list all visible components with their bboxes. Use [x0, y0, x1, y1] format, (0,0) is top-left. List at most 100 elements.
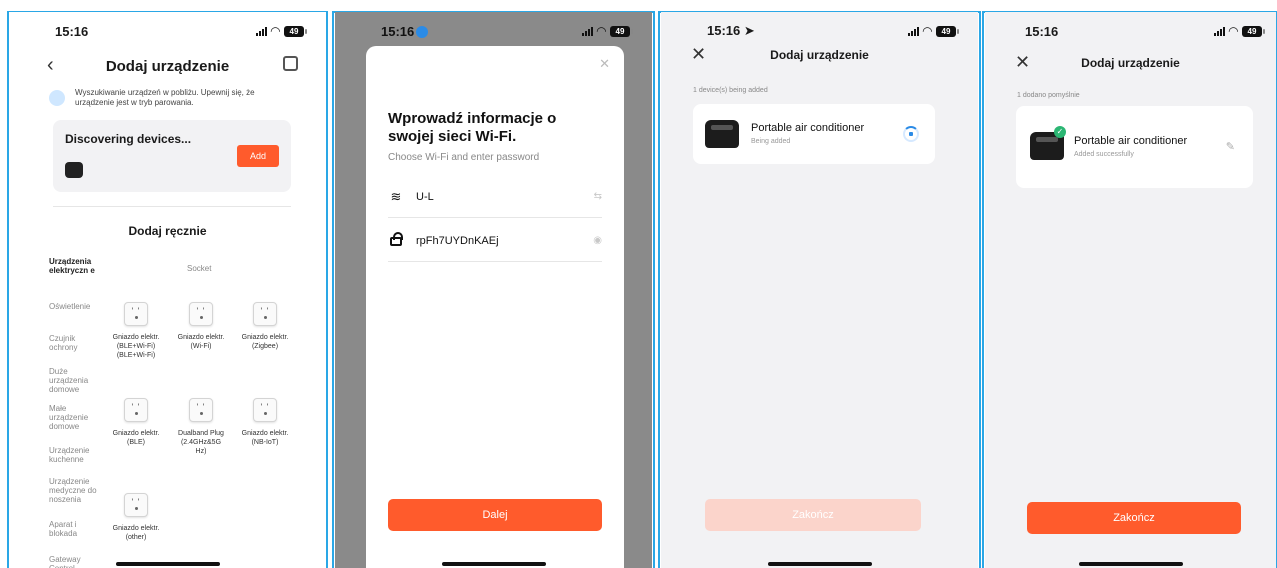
- wifi-icon: ≋: [390, 188, 402, 204]
- panel-device-added: 15:16 ◠ 49 ✕ Dodaj urządzenie 1 dodano p…: [985, 12, 1276, 568]
- finish-button[interactable]: Zakończ: [705, 499, 921, 531]
- air-conditioner-icon: [65, 162, 83, 178]
- socket-icon: [124, 302, 148, 326]
- status-time: 15:16: [1025, 23, 1059, 39]
- wifi-icon: ◠: [922, 24, 932, 38]
- battery-icon: 49: [610, 25, 633, 37]
- signal-icon: [255, 26, 267, 36]
- wifi-password-field[interactable]: rpFh7UYDnKAEj ◉: [388, 220, 602, 262]
- category-gateway[interactable]: Gateway Control: [49, 555, 101, 568]
- eye-icon[interactable]: ◉: [593, 235, 602, 246]
- socket-ble[interactable]: Gniazdo elektr. (BLE): [111, 398, 161, 447]
- socket-icon: [189, 302, 213, 326]
- socket-wifi[interactable]: Gniazdo elektr. (Wi-Fi): [176, 302, 226, 351]
- divider: [53, 206, 291, 207]
- socket-label: Dualband Plug (2.4GHz&5G Hz): [178, 430, 224, 455]
- close-icon[interactable]: ✕: [599, 56, 610, 72]
- socket-dualband[interactable]: Dualband Plug (2.4GHz&5G Hz): [176, 398, 226, 456]
- socket-other[interactable]: Gniazdo elektr. (other): [111, 493, 161, 542]
- manual-add-title: Dodaj ręcznie: [128, 224, 207, 238]
- wifi-ssid-field[interactable]: ≋ U-L ⇆: [388, 176, 602, 218]
- scan-hint: Wyszukiwanie urządzeń w pobliżu. Upewnij…: [49, 88, 290, 108]
- socket-label: Gniazdo elektr. (other): [112, 525, 160, 541]
- add-button[interactable]: Add: [237, 145, 279, 167]
- scan-icon[interactable]: [283, 56, 298, 71]
- status-time: 15:16: [381, 23, 415, 39]
- discovering-card: Discovering devices... Add: [53, 120, 291, 192]
- location-icon: [416, 26, 429, 39]
- loading-spinner-icon: [903, 126, 919, 142]
- device-name: Portable air conditioner: [1074, 135, 1188, 147]
- socket-label: Gniazdo elektr. (NB-IoT): [241, 430, 289, 446]
- nav-bar: ✕ Dodaj urządzenie: [661, 44, 978, 74]
- category-medical-wearable[interactable]: Urządzenie medyczne do noszenia: [49, 477, 101, 504]
- radar-icon: [49, 90, 65, 106]
- socket-icon: [253, 398, 277, 422]
- ssid-value: U-L: [416, 190, 434, 203]
- battery-icon: 49: [1242, 25, 1265, 37]
- next-button[interactable]: Dalej: [388, 499, 602, 531]
- device-card: ✓ Portable air conditioner Added success…: [1016, 106, 1253, 188]
- category-small-appliances[interactable]: Małe urządzenie domowe: [49, 404, 101, 431]
- scan-hint-text: Wyszukiwanie urządzeń w pobliżu. Upewnij…: [75, 88, 255, 107]
- air-conditioner-icon: [705, 120, 739, 148]
- adding-count: 1 device(s) being added: [693, 87, 768, 94]
- socket-label: Gniazdo elektr. (BLE+Wi-Fi) (BLE+Wi-Fi): [112, 334, 160, 359]
- status-bar: 15:16 ◠ 49: [9, 12, 326, 50]
- switch-network-icon[interactable]: ⇆: [594, 191, 602, 202]
- edit-icon[interactable]: ✎: [1226, 140, 1235, 153]
- device-status: Being added: [751, 138, 791, 145]
- category-lighting[interactable]: Oświetlenie: [49, 302, 101, 311]
- home-indicator: [767, 562, 872, 566]
- home-indicator: [1078, 562, 1183, 566]
- signal-icon: [581, 26, 593, 36]
- page-title: Dodaj urządzenie: [105, 58, 230, 75]
- socket-label: Gniazdo elektr. (Zigbee): [241, 334, 289, 350]
- socket-icon: [124, 398, 148, 422]
- socket-icon: [253, 302, 277, 326]
- nav-bar: ‹ Dodaj urządzenie: [9, 52, 326, 82]
- socket-label: Gniazdo elektr. (Wi-Fi): [177, 334, 225, 350]
- panel-device-adding: 15:16 ➤ ◠ 49 ✕ Dodaj urządzenie 1 device…: [661, 12, 978, 568]
- lock-icon: [388, 232, 404, 249]
- wifi-icon: ◠: [1228, 24, 1238, 38]
- status-time: 15:16: [707, 23, 741, 38]
- socket-icon: [124, 493, 148, 517]
- page-title: Dodaj urządzenie: [770, 48, 869, 62]
- finish-button[interactable]: Zakończ: [1027, 502, 1241, 534]
- socket-nb-iot[interactable]: Gniazdo elektr. (NB-IoT): [240, 398, 290, 447]
- category-security-sensor[interactable]: Czujnik ochrony: [49, 334, 101, 352]
- category-kitchen[interactable]: Urządzenie kuchenne: [49, 446, 101, 464]
- status-time: 15:16: [55, 23, 89, 39]
- socket-icon: [189, 398, 213, 422]
- wifi-sheet: ✕ Wprowadź informacje o swojej sieci Wi-…: [366, 46, 624, 568]
- category-camera-lock[interactable]: Aparat i blokada: [49, 520, 101, 538]
- category-large-appliances[interactable]: Duże urządzenia domowe: [49, 367, 101, 394]
- socket-header: Socket: [187, 264, 212, 273]
- status-bar: 15:16 ◠ 49: [335, 12, 652, 50]
- device-status: Added successfully: [1074, 151, 1134, 158]
- signal-icon: [907, 26, 919, 36]
- wifi-icon: ◠: [270, 24, 280, 38]
- discovering-label: Discovering devices...: [65, 132, 192, 146]
- category-electrical[interactable]: Urządzenia elektryczn e: [49, 257, 101, 275]
- battery-icon: 49: [284, 25, 307, 37]
- wifi-heading: Wprowadź informacje o swojej sieci Wi-Fi…: [388, 110, 557, 145]
- signal-icon: [1213, 26, 1225, 36]
- check-icon: ✓: [1054, 126, 1066, 138]
- panel-add-device-discovery: 15:16 ◠ 49 ‹ Dodaj urządzenie Wyszukiwan…: [9, 12, 326, 568]
- added-count: 1 dodano pomyślnie: [1017, 92, 1080, 99]
- battery-icon: 49: [936, 25, 959, 37]
- wifi-icon: ◠: [596, 24, 606, 38]
- device-card: Portable air conditioner Being added: [693, 104, 935, 164]
- location-arrow-icon: ➤: [743, 23, 755, 38]
- panel-wifi-setup: 15:16 ◠ 49 ✕ Wprowadź informacje o swoje…: [335, 12, 652, 568]
- status-bar: 15:16 ◠ 49: [985, 12, 1276, 50]
- password-value: rpFh7UYDnKAEj: [416, 234, 499, 247]
- socket-label: Gniazdo elektr. (BLE): [112, 430, 160, 446]
- wifi-subheading: Choose Wi-Fi and enter password: [388, 152, 540, 163]
- nav-bar: ✕ Dodaj urządzenie: [985, 52, 1276, 82]
- page-title: Dodaj urządzenie: [1081, 56, 1180, 70]
- socket-ble-wifi[interactable]: Gniazdo elektr. (BLE+Wi-Fi) (BLE+Wi-Fi): [111, 302, 161, 360]
- socket-zigbee[interactable]: Gniazdo elektr. (Zigbee): [240, 302, 290, 351]
